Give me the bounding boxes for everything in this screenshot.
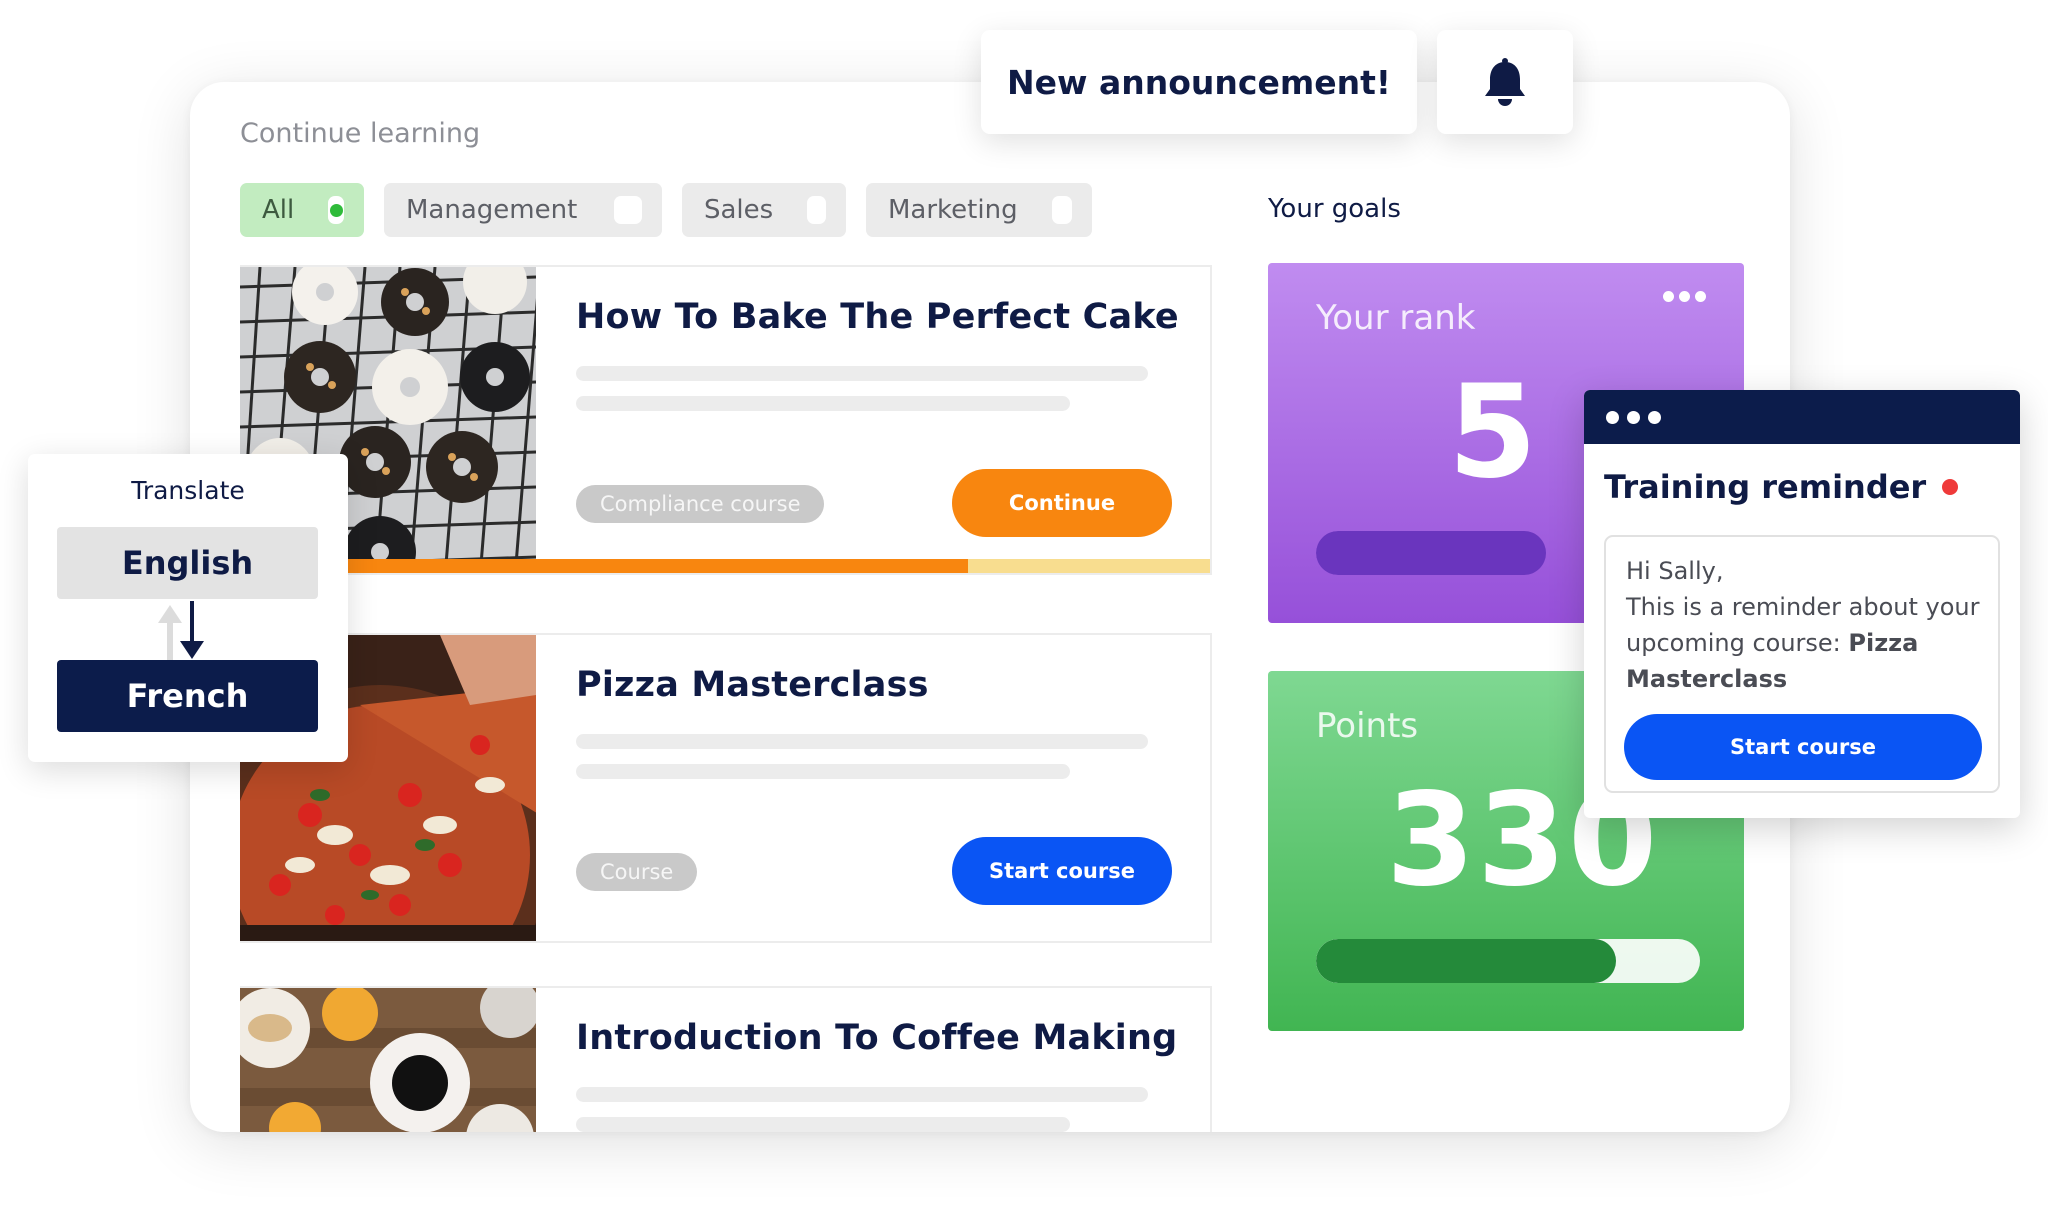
course-title[interactable]: Introduction To Coffee Making: [576, 1018, 1177, 1058]
points-progress-bar: [1316, 939, 1700, 983]
description-placeholder-line: [576, 764, 1070, 779]
course-card-cake[interactable]: How To Bake The Perfect Cake Compliance …: [240, 265, 1212, 575]
announcement-banner[interactable]: New announcement!: [981, 30, 1417, 134]
training-reminder-popup: Training reminder Hi Sally, This is a re…: [1584, 390, 2020, 818]
description-placeholder-line: [576, 1117, 1070, 1132]
course-progress-fill: [240, 559, 968, 573]
points-label: Points: [1316, 706, 1419, 746]
source-language-button[interactable]: English: [57, 527, 318, 599]
filter-chip-marketing[interactable]: Marketing: [866, 183, 1092, 237]
filter-chip-management[interactable]: Management: [384, 183, 662, 237]
window-dots-icon: [1606, 411, 1669, 424]
reminder-greeting: Hi Sally,: [1626, 557, 1724, 585]
course-card-pizza[interactable]: Pizza Masterclass Course Start course: [240, 633, 1212, 943]
filter-label: Management: [406, 195, 578, 225]
course-card-coffee[interactable]: Introduction To Coffee Making: [240, 986, 1212, 1132]
section-title: Continue learning: [240, 118, 481, 149]
description-placeholder-line: [576, 396, 1070, 411]
course-title[interactable]: How To Bake The Perfect Cake: [576, 297, 1179, 337]
rank-label: Your rank: [1316, 298, 1476, 338]
reminder-message-box: Hi Sally, This is a reminder about your …: [1604, 535, 2000, 793]
selected-dot-icon: [329, 203, 343, 217]
filter-checkbox[interactable]: [328, 196, 344, 224]
continue-button[interactable]: Continue: [952, 469, 1172, 537]
notifications-button[interactable]: [1437, 30, 1573, 134]
goals-title: Your goals: [1268, 194, 1401, 224]
translate-label: Translate: [131, 476, 245, 505]
bell-icon: [1485, 58, 1525, 106]
translate-widget: Translate English French: [28, 454, 348, 762]
filter-checkbox[interactable]: [807, 196, 826, 224]
course-thumbnail-coffee: [240, 988, 536, 1132]
course-type-tag: Compliance course: [576, 485, 825, 523]
description-placeholder-line: [576, 1087, 1148, 1102]
filter-checkbox[interactable]: [1051, 196, 1072, 224]
dashboard-card: Continue learning All Management Sales M…: [190, 82, 1790, 1132]
swap-arrows-icon[interactable]: [148, 601, 228, 661]
target-language-button[interactable]: French: [57, 660, 318, 732]
popup-titlebar: [1584, 390, 2020, 444]
filter-checkbox[interactable]: [614, 196, 642, 224]
reminder-title: Training reminder: [1604, 468, 1959, 506]
filter-chip-all[interactable]: All: [240, 183, 364, 237]
rank-value: 5: [1448, 358, 1538, 507]
filter-label: Marketing: [888, 195, 1018, 225]
filter-label: All: [262, 195, 295, 225]
reminder-start-course-button[interactable]: Start course: [1624, 714, 1982, 780]
points-progress-fill: [1316, 939, 1616, 983]
filter-bar: All Management Sales Marketing: [240, 183, 1112, 237]
course-progress-bar: [240, 559, 1210, 573]
more-options-icon[interactable]: [1658, 291, 1706, 302]
course-type-tag: Course: [576, 853, 698, 891]
start-course-button[interactable]: Start course: [952, 837, 1172, 905]
filter-label: Sales: [704, 195, 774, 225]
course-title[interactable]: Pizza Masterclass: [576, 665, 929, 705]
reminder-text: This is a reminder about your upcoming c…: [1626, 593, 1980, 657]
filter-chip-sales[interactable]: Sales: [682, 183, 846, 237]
description-placeholder-line: [576, 734, 1148, 749]
reminder-message: Hi Sally, This is a reminder about your …: [1626, 553, 1986, 697]
reminder-title-text: Training reminder: [1604, 468, 1927, 506]
rank-progress-fill: [1316, 531, 1547, 575]
unread-dot-icon: [1942, 479, 1959, 495]
description-placeholder-line: [576, 366, 1148, 381]
